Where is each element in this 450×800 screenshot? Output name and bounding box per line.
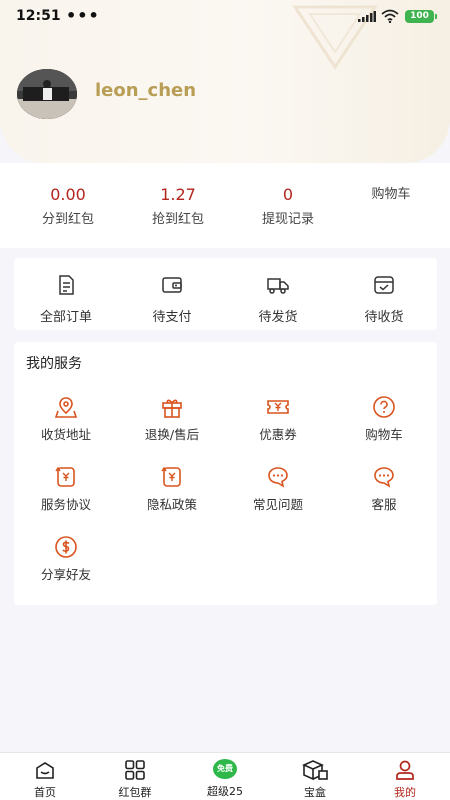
service-label: 客服 xyxy=(371,497,397,512)
tab-label: 红包群 xyxy=(118,786,152,799)
service-agreement[interactable]: 服务协议 xyxy=(14,465,118,513)
avatar[interactable] xyxy=(17,69,77,119)
dollar-circle-icon xyxy=(55,536,77,558)
signal-icon xyxy=(358,11,376,22)
service-label: 常见问题 xyxy=(252,497,303,512)
service-coupons[interactable]: 优惠券 xyxy=(226,395,330,443)
stat-grabbed-redpacket[interactable]: 1.27 抢到红包 xyxy=(122,184,234,227)
tab-label: 首页 xyxy=(34,786,56,799)
home-icon xyxy=(36,762,54,779)
order-pending-payment[interactable]: 待支付 xyxy=(122,274,222,325)
service-label: 退换/售后 xyxy=(144,427,200,442)
stat-shared-redpacket[interactable]: 0.00 分到红包 xyxy=(12,184,124,227)
service-label: 优惠券 xyxy=(259,427,297,442)
order-label: 待发货 xyxy=(258,310,298,325)
service-share-friends[interactable]: 分享好友 xyxy=(14,535,118,583)
order-list-icon xyxy=(59,275,74,295)
stat-shopping-cart[interactable]: 购物车 xyxy=(335,184,447,205)
inbox-check-icon xyxy=(374,276,394,294)
service-label: 收货地址 xyxy=(40,427,91,442)
service-label: 购物车 xyxy=(365,427,403,442)
stat-withdraw-records[interactable]: 0 提现记录 xyxy=(232,184,344,227)
box-icon xyxy=(302,760,328,781)
gift-icon xyxy=(162,399,182,418)
status-time: 12:51 xyxy=(16,8,61,24)
service-customer-support[interactable]: 客服 xyxy=(332,465,436,513)
tab-label: 宝盒 xyxy=(304,786,326,799)
service-faq[interactable]: 常见问题 xyxy=(226,465,330,513)
order-label: 全部订单 xyxy=(39,310,92,325)
stat-label: 提现记录 xyxy=(261,212,314,227)
stat-label: 购物车 xyxy=(371,187,411,202)
order-pending-receipt[interactable]: 待收货 xyxy=(334,274,434,325)
user-icon xyxy=(396,760,414,780)
stat-label: 抢到红包 xyxy=(151,212,204,227)
stat-value: 1.27 xyxy=(160,185,196,204)
username: leon_chen xyxy=(95,80,197,101)
service-shipping-address[interactable]: 收货地址 xyxy=(14,395,118,443)
refresh-yen-icon xyxy=(55,466,75,487)
location-icon xyxy=(54,397,78,418)
stat-label: 分到红包 xyxy=(41,212,94,227)
avatar-photo xyxy=(17,69,77,119)
bottom-tab-bar: 首页 红包群 免费 超级25 宝盒 我的 xyxy=(0,752,450,800)
tab-home[interactable]: 首页 xyxy=(0,753,90,800)
more-dots-icon: ••• xyxy=(66,6,100,25)
order-pending-shipment[interactable]: 待发货 xyxy=(228,274,328,325)
order-label: 待支付 xyxy=(152,310,192,325)
services-card: 我的服务 收货地址 退换/售后 优惠券 购物车 服务协议 隐私政策 常见问题 客… xyxy=(14,342,437,605)
stat-value: 0 xyxy=(282,185,294,204)
coupon-icon xyxy=(267,400,289,414)
order-label: 待收货 xyxy=(364,310,404,325)
tab-super25[interactable]: 免费 超级25 xyxy=(180,753,270,800)
service-privacy[interactable]: 隐私政策 xyxy=(120,465,224,513)
truck-icon xyxy=(267,278,289,294)
tab-label: 我的 xyxy=(394,786,416,799)
grid-icon xyxy=(125,760,145,780)
service-label: 隐私政策 xyxy=(146,497,197,512)
wifi-icon xyxy=(381,9,399,23)
free-badge-icon: 免费 xyxy=(213,759,237,779)
refresh-yen-icon xyxy=(161,466,181,487)
services-title: 我的服务 xyxy=(26,356,82,372)
order-all[interactable]: 全部订单 xyxy=(16,274,116,325)
tab-label: 超级25 xyxy=(207,785,243,798)
tab-mine[interactable]: 我的 xyxy=(360,753,450,800)
status-bar: 12:51 ••• 100 xyxy=(0,0,450,34)
service-returns[interactable]: 退换/售后 xyxy=(120,395,224,443)
orders-card: 全部订单 待支付 待发货 待收货 xyxy=(14,258,437,330)
tab-treasure-box[interactable]: 宝盒 xyxy=(270,753,360,800)
service-cart[interactable]: 购物车 xyxy=(332,395,436,443)
tab-redpacket-group[interactable]: 红包群 xyxy=(90,753,180,800)
battery-icon: 100 xyxy=(405,10,437,23)
wallet-icon xyxy=(162,277,182,293)
stat-value: 0.00 xyxy=(50,185,86,204)
service-label: 服务协议 xyxy=(40,497,91,512)
chat-icon xyxy=(374,467,394,488)
service-label: 分享好友 xyxy=(40,567,91,582)
question-icon xyxy=(373,396,395,418)
wallet-stats: 0.00 分到红包 1.27 抢到红包 0 提现记录 购物车 xyxy=(0,163,450,248)
chat-icon xyxy=(268,467,288,488)
